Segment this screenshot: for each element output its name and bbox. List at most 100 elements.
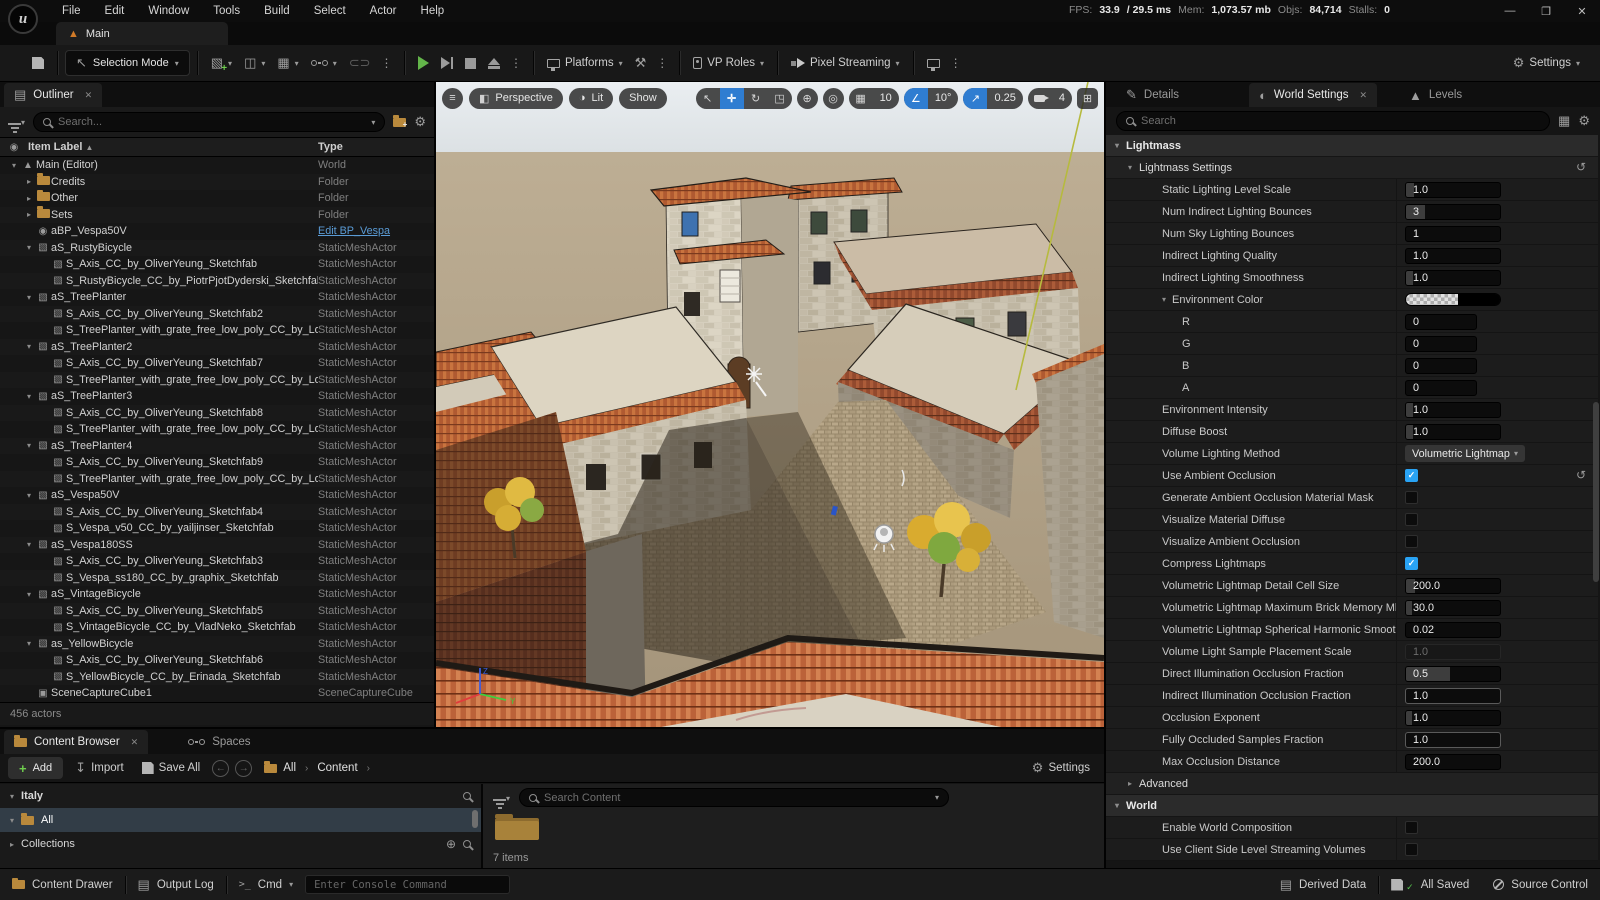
- source-root-row[interactable]: ▾ Italy: [0, 784, 481, 808]
- outliner-row[interactable]: ▾▲Main (Editor)World: [0, 157, 434, 174]
- tab-main-level[interactable]: ▲ Main: [56, 22, 228, 45]
- property-input[interactable]: 200.0: [1405, 578, 1501, 594]
- property-input[interactable]: 1.0: [1405, 688, 1501, 704]
- expander-icon[interactable]: ▾: [1162, 295, 1166, 304]
- expander-icon[interactable]: ▸: [23, 210, 35, 219]
- settings-section-advanced[interactable]: ▸Advanced: [1106, 773, 1598, 794]
- expander-icon[interactable]: ▾: [23, 590, 35, 599]
- view-mode-dropdown[interactable]: ◑Lit: [569, 88, 613, 109]
- property-input[interactable]: 1.0: [1405, 732, 1501, 748]
- back-button[interactable]: ←: [212, 760, 229, 777]
- stop-button[interactable]: [459, 49, 482, 77]
- close-icon[interactable]: ✕: [131, 737, 139, 748]
- outliner-row[interactable]: ▾▧aS_Vespa180SSStaticMeshActor: [0, 537, 434, 554]
- outliner-row[interactable]: ▧S_Axis_CC_by_OliverYeung_SketchfabStati…: [0, 256, 434, 273]
- expander-icon[interactable]: ▾: [23, 639, 35, 648]
- multi-user-button[interactable]: ⚒: [629, 49, 653, 77]
- camera-speed-value[interactable]: 4: [1052, 92, 1072, 104]
- color-swatch[interactable]: [1405, 293, 1501, 306]
- column-item-label[interactable]: Item Label ▲: [28, 141, 318, 153]
- breadcrumb-current[interactable]: Content: [317, 762, 357, 774]
- reset-to-default-icon[interactable]: ↺: [1576, 160, 1586, 174]
- expander-icon[interactable]: ▾: [23, 243, 35, 252]
- expander-icon[interactable]: ▾: [10, 816, 14, 825]
- grid-snap-icon[interactable]: ▦: [849, 88, 873, 109]
- column-type[interactable]: Type: [318, 141, 434, 153]
- outliner-row[interactable]: ▾▧aS_VintageBicycleStaticMeshActor: [0, 586, 434, 603]
- property-input[interactable]: 0.02: [1405, 622, 1501, 638]
- source-control-button[interactable]: Source Control: [1481, 869, 1600, 900]
- move-tool-button[interactable]: ✛: [720, 88, 744, 109]
- outliner-row[interactable]: ▾▧as_YellowBicycleStaticMeshActor: [0, 636, 434, 653]
- content-drawer-button[interactable]: Content Drawer: [0, 869, 125, 900]
- outliner-row[interactable]: ▾▧aS_TreePlanter4StaticMeshActor: [0, 438, 434, 455]
- collections-row[interactable]: ▸ Collections ⊕: [0, 832, 481, 856]
- search-icon[interactable]: [463, 840, 471, 848]
- asset-filter-button[interactable]: ▾: [493, 792, 510, 804]
- property-input[interactable]: 0: [1405, 314, 1477, 330]
- world-local-toggle[interactable]: ⊕: [797, 88, 818, 109]
- angle-snap-icon[interactable]: ∠: [904, 88, 928, 109]
- close-button[interactable]: ✕: [1564, 0, 1600, 22]
- asset-search-input[interactable]: [544, 792, 928, 804]
- outliner-row[interactable]: ▧S_Axis_CC_by_OliverYeung_Sketchfab4Stat…: [0, 504, 434, 521]
- outliner-row[interactable]: ▧S_Axis_CC_by_OliverYeung_Sketchfab6Stat…: [0, 652, 434, 669]
- outliner-row[interactable]: ▧S_Axis_CC_by_OliverYeung_Sketchfab7Stat…: [0, 355, 434, 372]
- outliner-row[interactable]: ▸CreditsFolder: [0, 174, 434, 191]
- select-tool-button[interactable]: ↖: [696, 88, 720, 109]
- viewport-menu-button[interactable]: ≡: [442, 88, 463, 109]
- outliner-row[interactable]: ▾▧aS_TreePlanterStaticMeshActor: [0, 289, 434, 306]
- visibility-eye-icon[interactable]: ◉: [0, 142, 28, 153]
- expander-icon[interactable]: ▸: [23, 177, 35, 186]
- pixel-streaming-dropdown[interactable]: Pixel Streaming▾: [785, 49, 906, 77]
- toolbar-overflow-button[interactable]: ⋮: [377, 56, 397, 70]
- console-command-box[interactable]: [305, 875, 510, 894]
- edit-blueprint-link[interactable]: Edit BP_Vespa: [318, 225, 434, 237]
- close-icon[interactable]: ✕: [85, 90, 93, 101]
- tab-content-browser[interactable]: Content Browser ✕: [4, 730, 148, 754]
- content-browser-settings-button[interactable]: ⚙Settings: [1026, 754, 1096, 782]
- menu-tools[interactable]: Tools: [203, 2, 250, 20]
- expander-icon[interactable]: ▸: [23, 194, 35, 203]
- world-settings-options-button[interactable]: ⚙: [1578, 113, 1590, 129]
- property-checkbox[interactable]: [1405, 535, 1418, 548]
- add-button[interactable]: +Add: [8, 757, 63, 779]
- play-options-button[interactable]: ⋮: [506, 56, 526, 70]
- menu-select[interactable]: Select: [304, 2, 356, 20]
- console-command-input[interactable]: [314, 879, 501, 891]
- menu-edit[interactable]: Edit: [95, 2, 135, 20]
- settings-subsection-lightmass-settings[interactable]: ▾Lightmass Settings↺: [1106, 157, 1598, 178]
- stage-monitor-button[interactable]: [921, 49, 946, 77]
- eject-button[interactable]: [482, 49, 506, 77]
- settings-section-world[interactable]: ▾World: [1106, 795, 1598, 816]
- property-input[interactable]: 1.0: [1405, 402, 1501, 418]
- selection-mode-dropdown[interactable]: ↖ Selection Mode ▾: [65, 50, 190, 76]
- property-input[interactable]: 1.0: [1405, 270, 1501, 286]
- scale-snap-icon[interactable]: ↗: [963, 88, 987, 109]
- tab-world-settings[interactable]: ◐ World Settings ✕: [1249, 83, 1377, 107]
- menu-window[interactable]: Window: [138, 2, 199, 20]
- outliner-row[interactable]: ▧S_Axis_CC_by_OliverYeung_Sketchfab8Stat…: [0, 405, 434, 422]
- forward-button[interactable]: →: [235, 760, 252, 777]
- property-input[interactable]: 0: [1405, 380, 1477, 396]
- add-actor-button[interactable]: ▧+▾: [205, 49, 238, 77]
- expander-icon[interactable]: ▾: [10, 792, 14, 801]
- outliner-row[interactable]: ▧S_Vespa_ss180_CC_by_graphix_SketchfabSt…: [0, 570, 434, 587]
- property-checkbox[interactable]: ✓: [1405, 469, 1418, 482]
- minimize-button[interactable]: —: [1492, 0, 1528, 22]
- camera-speed-icon[interactable]: [1028, 88, 1052, 109]
- outliner-row[interactable]: ▧S_Axis_CC_by_OliverYeung_Sketchfab5Stat…: [0, 603, 434, 620]
- outliner-row[interactable]: ▸OtherFolder: [0, 190, 434, 207]
- outliner-row[interactable]: ▣SceneCaptureCube1SceneCaptureCube: [0, 685, 434, 702]
- scrollbar-thumb[interactable]: [1593, 402, 1599, 582]
- asset-folder-tile[interactable]: [495, 818, 539, 840]
- outliner-row[interactable]: ▧S_TreePlanter_with_grate_free_low_poly_…: [0, 421, 434, 438]
- level-viewport[interactable]: Y Z ≡ ◧Perspective ◑Lit Show ↖ ✛ ↻ ◳ ⊕ ◎…: [436, 82, 1104, 727]
- property-input[interactable]: 1.0: [1405, 248, 1501, 264]
- vp-roles-dropdown[interactable]: VP Roles▾: [687, 49, 770, 77]
- property-input[interactable]: 1.0: [1405, 710, 1501, 726]
- expander-icon[interactable]: ▾: [23, 441, 35, 450]
- platforms-dropdown[interactable]: Platforms▾: [541, 49, 629, 77]
- property-input[interactable]: 1.0: [1405, 182, 1501, 198]
- outliner-row[interactable]: ▧S_Vespa_v50_CC_by_yailjinser_SketchfabS…: [0, 520, 434, 537]
